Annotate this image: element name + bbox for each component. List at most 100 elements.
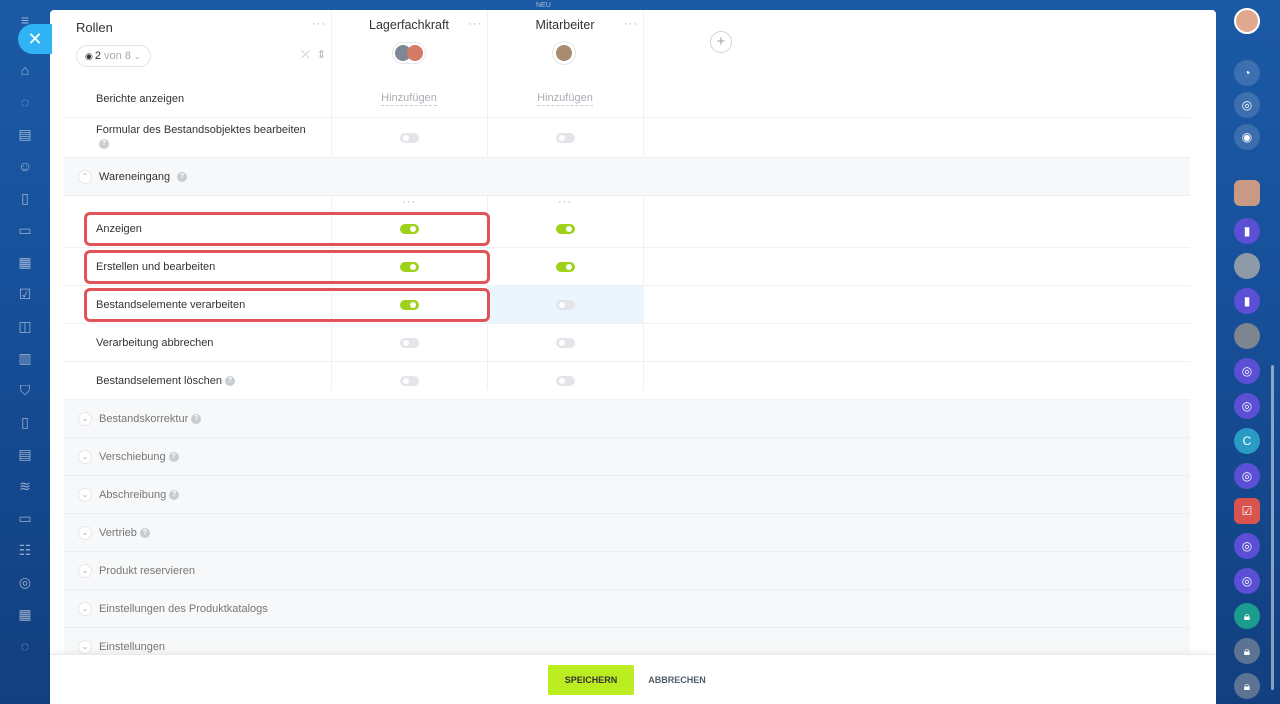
permission-toggle[interactable]: [555, 223, 575, 234]
section-produktkatalog-einstellungen[interactable]: ⌄ Einstellungen des Produktkatalogs: [64, 590, 1190, 628]
chat-avatar[interactable]: ▮: [1234, 288, 1260, 314]
permission-label: Erstellen und bearbeiten: [96, 260, 216, 273]
add-link[interactable]: Hinzufügen: [537, 92, 593, 106]
chevron-down-icon[interactable]: ⌄: [78, 525, 92, 540]
user-avatar[interactable]: [1234, 8, 1260, 34]
section-abschreibung[interactable]: ⌄ Abschreibung?: [64, 476, 1190, 514]
permission-toggle[interactable]: [399, 375, 419, 386]
filter-icon[interactable]: ≋: [15, 476, 35, 496]
lock-icon[interactable]: 🔒︎: [1234, 673, 1260, 699]
section-verschiebung[interactable]: ⌄ Verschiebung?: [64, 438, 1190, 476]
more-icon[interactable]: ···: [468, 18, 482, 30]
help-icon[interactable]: ?: [139, 527, 150, 538]
permission-toggle[interactable]: [399, 337, 419, 348]
copilot-icon[interactable]: ◎: [1234, 92, 1260, 118]
column-header-lagerfachkraft[interactable]: Lagerfachkraft: [331, 18, 487, 32]
sheet-icon[interactable]: ▦: [15, 604, 35, 624]
drive-icon[interactable]: ▭: [15, 220, 35, 240]
chevron-down-icon[interactable]: ⌄: [78, 563, 92, 578]
lock-icon[interactable]: 🔒︎: [1234, 603, 1260, 629]
role-members-avatars[interactable]: [552, 41, 576, 65]
copilot-chat-icon[interactable]: ◎: [1234, 463, 1260, 489]
copilot-chat-icon[interactable]: ◎: [1234, 358, 1260, 384]
role-filter[interactable]: ◉ 2 von 8 ⌄: [76, 45, 151, 67]
save-button[interactable]: SPEICHERN: [548, 665, 634, 695]
chevron-down-icon[interactable]: ⌄: [78, 487, 92, 502]
documents-icon[interactable]: ▯: [15, 188, 35, 208]
sidebar-scrollbar[interactable]: [1271, 365, 1274, 690]
permission-toggle[interactable]: [399, 299, 419, 310]
support-icon[interactable]: ◎: [15, 572, 35, 592]
more-icon[interactable]: ···: [402, 196, 416, 208]
more-icon[interactable]: ···: [558, 196, 572, 208]
permission-toggle[interactable]: [399, 261, 419, 272]
table-row: Formular des Bestandsobjektes bearbeiten…: [64, 118, 1190, 158]
lock-icon[interactable]: 🔒︎: [1234, 638, 1260, 664]
feed-icon[interactable]: ▤: [15, 124, 35, 144]
permission-toggle[interactable]: [555, 299, 575, 310]
storage-icon[interactable]: ▤: [15, 444, 35, 464]
help-icon[interactable]: ?: [99, 139, 109, 149]
chevron-down-icon[interactable]: ⌄: [78, 411, 92, 426]
copilot-chat-icon[interactable]: ◎: [1234, 568, 1260, 594]
section-bestandskorrektur[interactable]: ⌄ Bestandskorrektur?: [64, 400, 1190, 438]
more-icon[interactable]: ···: [624, 18, 638, 30]
more-icon[interactable]: ···: [312, 18, 326, 30]
task-chat-icon[interactable]: ☑: [1234, 498, 1260, 524]
messages-icon[interactable]: ◫: [15, 316, 35, 336]
tasks-icon[interactable]: ☑: [15, 284, 35, 304]
add-link[interactable]: Hinzufügen: [381, 92, 437, 106]
chat-icon[interactable]: ◌: [15, 92, 35, 112]
role-members-avatars[interactable]: [392, 42, 426, 64]
column-header-mitarbeiter[interactable]: Mitarbeiter: [487, 18, 643, 32]
group-icon[interactable]: ☷: [15, 540, 35, 560]
section-produkt-reservieren[interactable]: ⌄ Produkt reservieren: [64, 552, 1190, 590]
contacts-icon[interactable]: ☺: [15, 156, 35, 176]
help-icon[interactable]: ?: [224, 375, 235, 386]
bell-icon[interactable]: ◔: [1234, 60, 1260, 86]
permission-toggle[interactable]: [555, 261, 575, 272]
monitor-icon[interactable]: ▭: [15, 508, 35, 528]
help-icon[interactable]: ?: [177, 171, 187, 182]
collapse-icon[interactable]: ⤫: [301, 49, 310, 61]
add-role-button[interactable]: +: [710, 31, 732, 53]
help-icon[interactable]: ?: [191, 413, 202, 424]
desk-icon[interactable]: ▦: [15, 252, 35, 272]
sort-control[interactable]: ⤫ ⇕: [301, 48, 326, 62]
permission-toggle[interactable]: [399, 132, 419, 143]
permission-toggle[interactable]: [399, 223, 419, 234]
permission-toggle[interactable]: [555, 337, 575, 348]
table-header: Rollen ··· ◉ 2 von 8 ⌄ ⤫ ⇕ Lagerfachkraf…: [64, 10, 1190, 80]
permission-toggle[interactable]: [555, 375, 575, 386]
close-slider-button[interactable]: ✕: [18, 24, 52, 54]
chevron-down-icon[interactable]: ⌄: [78, 449, 92, 464]
help-icon[interactable]: ?: [169, 489, 180, 500]
contact-avatar[interactable]: [1234, 180, 1260, 206]
copilot-chat-icon[interactable]: ◎: [1234, 533, 1260, 559]
permission-label: Berichte anzeigen: [96, 92, 185, 105]
chat-avatar[interactable]: ▮: [1234, 218, 1260, 244]
cancel-button[interactable]: ABBRECHEN: [642, 665, 712, 695]
cart-icon[interactable]: ⛉: [15, 380, 35, 400]
section-vertrieb[interactable]: ⌄ Vertrieb?: [64, 514, 1190, 552]
section-einstellungen[interactable]: ⌄ Einstellungen: [64, 628, 1190, 654]
table-row: Berichte anzeigen Hinzufügen Hinzufügen: [64, 80, 1190, 118]
permission-toggle[interactable]: [555, 132, 575, 143]
expand-icon[interactable]: ⇕: [317, 49, 326, 61]
chevron-up-icon[interactable]: ⌃: [78, 169, 92, 184]
file-icon[interactable]: ▯: [15, 412, 35, 432]
analytics-icon[interactable]: ▥: [15, 348, 35, 368]
section-title: Einstellungen des Produktkatalogs: [99, 602, 268, 615]
search-chat-icon[interactable]: ◉: [1234, 124, 1260, 150]
copilot-chat-icon[interactable]: ◎: [1234, 393, 1260, 419]
chevron-down-icon[interactable]: ⌄: [78, 639, 92, 654]
section-wareneingang[interactable]: ⌃ Wareneingang ?: [64, 158, 1190, 196]
contact-avatar[interactable]: [1234, 323, 1260, 349]
letter-avatar[interactable]: C: [1234, 428, 1260, 454]
chevron-down-icon[interactable]: ⌄: [78, 601, 92, 616]
help-icon[interactable]: ?: [168, 451, 179, 462]
settings-icon[interactable]: ◌: [15, 636, 35, 656]
section-title-text: Vertrieb: [99, 526, 137, 539]
contact-avatar[interactable]: [1234, 253, 1260, 279]
home-icon[interactable]: ⌂: [15, 60, 35, 80]
